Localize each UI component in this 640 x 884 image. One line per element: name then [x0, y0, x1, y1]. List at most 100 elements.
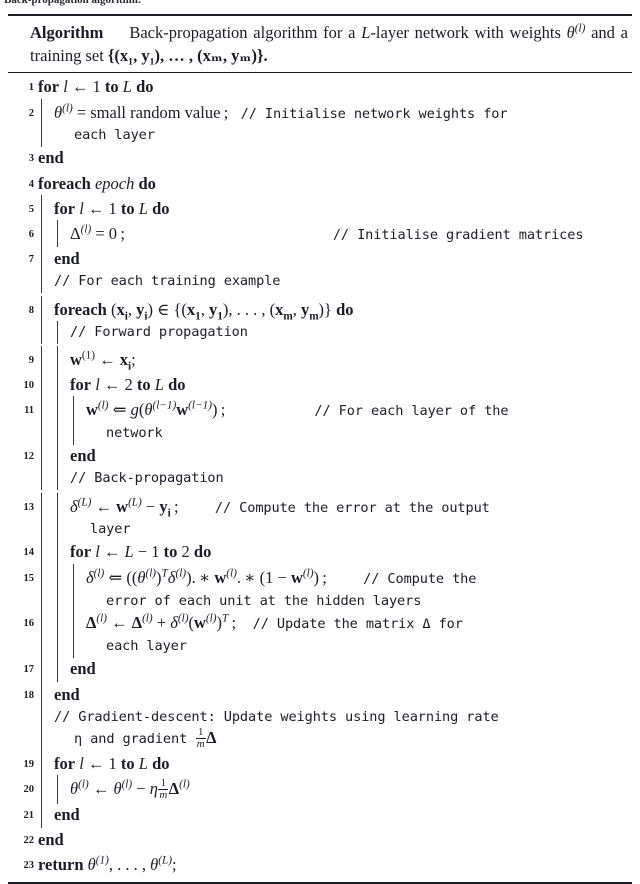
algorithm-comment-line-forward-propagation: // Forward propagation: [8, 320, 632, 347]
comment-text-cont: each layer: [74, 127, 155, 144]
comment-text: // Back-propagation: [70, 470, 224, 487]
keyword-for: for: [70, 375, 92, 395]
keyword-for: for: [70, 542, 92, 562]
keyword-to: to: [120, 753, 135, 773]
algorithm-line-20: 20 θ(l) ← θ(l) − η 1 m Δ(l): [8, 774, 632, 804]
line-number: 2: [28, 107, 34, 119]
line-content: w(l) ⇐ g(θ(l−1)w(l−1)) ;// For each laye…: [38, 396, 632, 446]
line-content: θ(l) ← θ(l) − η 1 m Δ(l): [38, 774, 632, 804]
keyword-do: do: [152, 198, 170, 218]
line-content: w(1) ← xi;: [38, 345, 632, 373]
algorithm-line-15: 15 δ(l) ⇐ ((θ(l))Tδ(l)). ∗ w(l). ∗ (1 − …: [8, 563, 632, 613]
keyword-to: to: [163, 542, 178, 562]
comment-text-cont: layer: [90, 521, 131, 538]
algorithm-line-12: 12 end: [8, 442, 632, 469]
line-content: end: [38, 245, 632, 272]
comment-text-cont: each layer: [106, 638, 187, 655]
comment-text: // For each layer of the: [314, 403, 509, 420]
comment-text-cont: η and gradient: [74, 730, 196, 747]
line-content: for l ← L − 1 to 2 do: [38, 538, 632, 565]
keyword-foreach: foreach: [54, 299, 107, 319]
line-number: [8, 708, 38, 716]
comment-text-cont: error of each unit at the hidden layers: [106, 592, 422, 609]
keyword-end: end: [54, 684, 80, 704]
comment-text: // Compute the error at the output: [214, 499, 490, 516]
algorithm-comment-line-training-example: // For each training example: [8, 270, 632, 297]
line-number: 21: [23, 809, 35, 821]
line-content: for l ← 1 to L do: [38, 194, 632, 222]
keyword-do: do: [168, 375, 186, 395]
line-content: Δ(l) ← Δ(l) + δ(l)(w(l))T ;// Update the…: [38, 609, 632, 659]
keyword-to: to: [120, 198, 135, 218]
algorithm-line-23: 23 return θ(1), . . . , θ(L);: [8, 853, 632, 878]
algorithm-line-18: 18 end: [8, 680, 632, 708]
comment-text-cont: network: [106, 425, 163, 442]
line-number: 19: [23, 758, 35, 770]
line-number: 23: [23, 860, 35, 872]
keyword-end: end: [38, 830, 64, 849]
line-number: 14: [23, 547, 35, 559]
line-number: 18: [23, 689, 35, 701]
line-content: end: [38, 680, 632, 708]
line-content: // Forward propagation: [38, 320, 632, 344]
comment-text: // Initialise network weights for: [240, 105, 508, 122]
line-number: [8, 469, 38, 477]
line-number: 9: [28, 354, 34, 366]
keyword-end: end: [70, 659, 96, 679]
line-content: end: [38, 146, 632, 169]
comment-text: // Update the matrix Δ for: [252, 616, 463, 633]
line-number: 4: [28, 178, 34, 190]
loop-variable-epoch: epoch: [94, 173, 135, 193]
keyword-do: do: [152, 753, 170, 773]
line-content: // Back-propagation: [38, 467, 632, 491]
keyword-foreach: foreach: [38, 173, 91, 193]
keyword-end: end: [54, 249, 80, 269]
algorithm-body: 1 for l ← 1 to L do 2 θ(l) = small rando…: [8, 73, 632, 882]
indent-guide: [73, 563, 74, 613]
algorithm-line-4: 4 foreach epoch do: [8, 171, 632, 196]
algorithm-line-13: 13 δ(L) ← w(L) − yi ;// Compute the erro…: [8, 492, 632, 542]
indent-guide: [73, 396, 74, 446]
line-number: 3: [28, 153, 34, 165]
algorithm-block: Algorithm Back-propagation algorithm for …: [8, 14, 632, 884]
fraction-one-over-m: 1m: [195, 725, 206, 751]
line-number: 12: [23, 451, 35, 463]
algorithm-title-symbol-theta: θ: [566, 23, 575, 42]
line-number: [8, 323, 38, 331]
algorithm-line-21: 21 end: [8, 800, 632, 828]
algorithm-line-8: 8 foreach (xi, yi) ∈ {(x1, y1), . . . , …: [8, 295, 632, 323]
algorithm-comment-line-gradient-descent: // Gradient-descent: Update weights usin…: [8, 705, 632, 753]
line-number: 1: [28, 82, 34, 94]
line-content: // For each training example: [38, 270, 632, 294]
comment-text: // For each training example: [54, 273, 281, 290]
line-number: 5: [28, 203, 34, 215]
comment-text: // Forward propagation: [70, 323, 248, 340]
expr-small-random-value: small random value: [90, 102, 221, 122]
algorithm-line-14: 14 for l ← L − 1 to 2 do: [8, 538, 632, 565]
line-content: θ(l) = small random value ; // Initialis…: [38, 98, 632, 148]
algorithm-title-theta-superscript: (l): [574, 22, 586, 35]
line-number: 7: [28, 254, 34, 266]
comment-text: // Gradient-descent: Update weights usin…: [54, 708, 499, 725]
figure-caption-text: Back-propagation algorithm.: [4, 0, 141, 6]
algorithm-line-11: 11 w(l) ⇐ g(θ(l−1)w(l−1)) ;// For each l…: [8, 396, 632, 446]
fraction-one-over-m: 1m: [158, 776, 169, 802]
algorithm-line-3: 3 end: [8, 146, 632, 171]
keyword-end: end: [38, 148, 64, 168]
algorithm-line-19: 19 for l ← 1 to L do: [8, 749, 632, 777]
algorithm-title-keyword: Algorithm: [30, 23, 104, 42]
line-content: end: [38, 828, 632, 851]
line-content: // Gradient-descent: Update weights usin…: [38, 705, 632, 753]
algorithm-comment-line-back-propagation: // Back-propagation: [8, 467, 632, 494]
algorithm-line-6: 6 Δ(l) = 0 ;// Initialise gradient matri…: [8, 219, 632, 247]
algorithm-line-7: 7 end: [8, 245, 632, 272]
keyword-to: to: [136, 375, 151, 395]
line-content: for l ← 1 to L do: [38, 77, 154, 97]
keyword-for: for: [54, 753, 76, 773]
algorithm-line-10: 10 for l ← 2 to L do: [8, 371, 632, 398]
line-content: Δ(l) = 0 ;// Initialise gradient matrice…: [38, 219, 632, 247]
line-number: 8: [28, 304, 34, 316]
line-number: 16: [23, 618, 35, 630]
algorithm-line-5: 5 for l ← 1 to L do: [8, 194, 632, 222]
line-number: 10: [23, 380, 35, 392]
